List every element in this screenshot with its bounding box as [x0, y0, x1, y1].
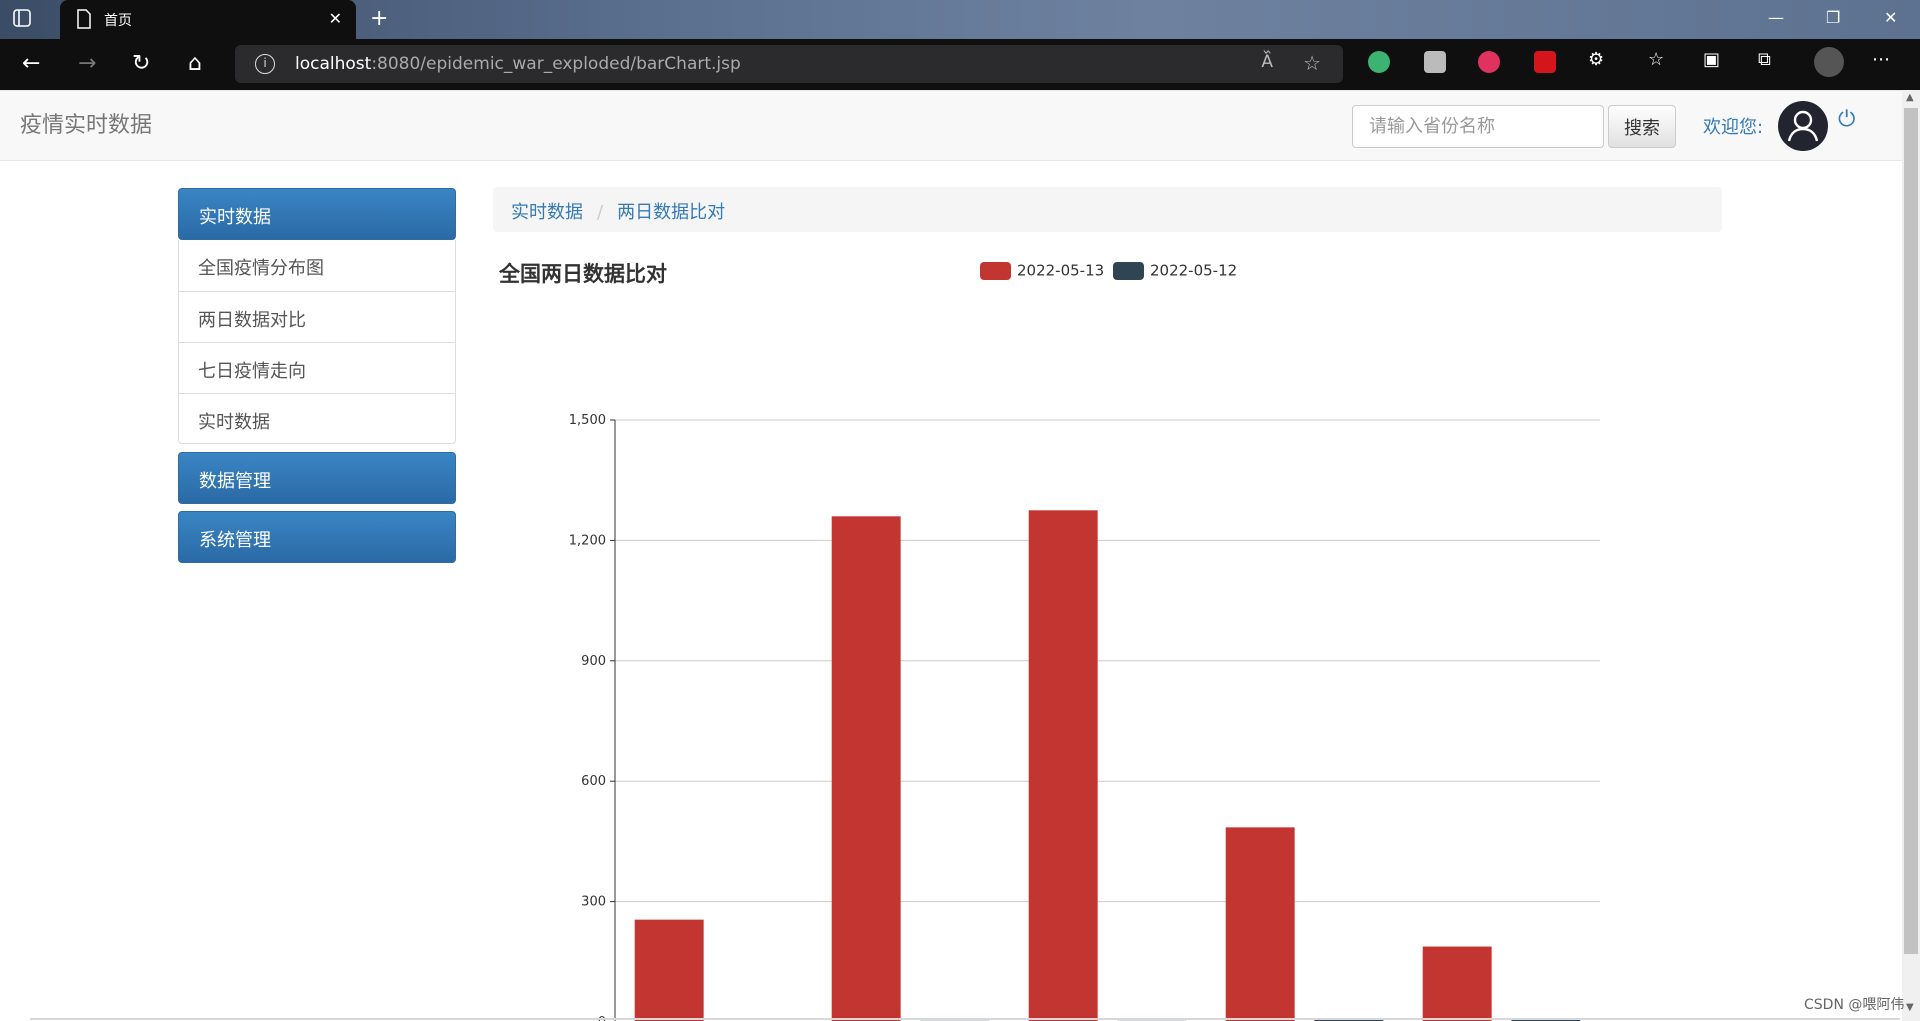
active-tab[interactable]: 首页 ✕ — [60, 0, 356, 39]
add-favorite-icon[interactable]: ☆ — [1303, 51, 1321, 75]
window-close-icon[interactable]: ✕ — [1884, 8, 1897, 27]
watermark-text: CSDN @喂阿伟 — [1804, 997, 1905, 1013]
forward-icon[interactable]: → — [78, 51, 96, 76]
site-info-icon[interactable]: i — [255, 54, 275, 74]
read-aloud-icon[interactable]: A᷈ — [1261, 52, 1273, 72]
reader-extension-icon[interactable] — [1424, 51, 1446, 73]
y-tick-label: 1,500 — [569, 413, 606, 428]
sidebar-panel-realtime[interactable]: 实时数据 — [178, 188, 456, 240]
sidebar-panel-data-management[interactable]: 数据管理 — [178, 452, 456, 504]
legend-item-series-2[interactable]: 2022-05-12 — [1113, 261, 1237, 281]
bar-1 — [634, 919, 704, 1021]
sidebar-item-seven-day-trend[interactable]: 七日疫情走向 — [179, 342, 455, 393]
y-tick-label: 1,200 — [569, 533, 606, 548]
breadcrumb-two-day-compare[interactable]: 两日数据比对 — [617, 202, 725, 223]
bar-1 — [1422, 946, 1492, 1021]
bar-1 — [831, 516, 901, 1021]
browser-tab-bar: 首页 ✕ + — ❐ ✕ — [0, 0, 1920, 39]
new-tab-icon[interactable]: + — [370, 6, 388, 31]
user-avatar[interactable] — [1778, 101, 1828, 151]
extensions-icon[interactable]: ⚙ — [1588, 49, 1604, 70]
breadcrumb-realtime[interactable]: 实时数据 — [511, 202, 583, 223]
address-bar[interactable]: i localhost:8080/epidemic_war_exploded/b… — [235, 45, 1343, 83]
breadcrumb: 实时数据 / 两日数据比对 — [493, 187, 1722, 232]
restore-icon[interactable]: ❐ — [1826, 8, 1840, 27]
tab-title: 首页 — [104, 13, 132, 29]
scroll-up-icon[interactable]: ▲ — [1906, 92, 1914, 103]
welcome-text: 欢迎您: — [1703, 117, 1764, 138]
y-tick-label: 300 — [581, 895, 606, 910]
sidebar-realtime-list: 全国疫情分布图 两日数据对比 七日疫情走向 实时数据 — [178, 240, 456, 444]
legend-label-series-1: 2022-05-13 — [1017, 261, 1105, 280]
sidebar-item-distribution-map[interactable]: 全国疫情分布图 — [179, 240, 455, 291]
bar-1 — [1028, 510, 1098, 1021]
page-icon — [76, 9, 92, 33]
legend-item-series-1[interactable]: 2022-05-13 — [980, 261, 1104, 281]
legend-label-series-2: 2022-05-12 — [1150, 261, 1238, 280]
legend-swatch-series-2 — [1113, 261, 1144, 280]
back-icon[interactable]: ← — [22, 51, 40, 76]
minimize-icon[interactable]: — — [1768, 8, 1784, 27]
logout-power-icon[interactable]: ⏻ — [1838, 107, 1855, 132]
scroll-thumb[interactable] — [1904, 108, 1918, 954]
sidebar-item-realtime-data[interactable]: 实时数据 — [179, 393, 455, 444]
y-tick-label: 600 — [581, 774, 606, 789]
du-extension-icon[interactable] — [1478, 51, 1500, 73]
bottom-divider — [30, 1018, 1900, 1020]
sidebar-item-two-day-compare[interactable]: 两日数据对比 — [179, 291, 455, 342]
more-menu-icon[interactable]: ⋯ — [1872, 49, 1890, 70]
province-search-input[interactable] — [1352, 105, 1604, 148]
page-scrollbar[interactable]: ▲ ▼ — [1902, 90, 1920, 1021]
shield-extension-icon[interactable] — [1368, 51, 1390, 73]
bar-1 — [1225, 827, 1295, 1021]
close-tab-icon[interactable]: ✕ — [329, 9, 342, 28]
sidebar-panel-system-management[interactable]: 系统管理 — [178, 511, 456, 563]
scroll-down-icon[interactable]: ▼ — [1906, 1002, 1914, 1013]
share-icon[interactable]: ⧉ — [1758, 49, 1771, 70]
brand-title[interactable]: 疫情实时数据 — [20, 107, 152, 139]
favorites-icon[interactable]: ☆ — [1648, 49, 1664, 70]
breadcrumb-separator: / — [597, 202, 604, 223]
bar-chart: 03006009001,2001,500疑似确诊死亡隔离治愈 — [569, 413, 1600, 1021]
home-icon[interactable]: ⌂ — [188, 51, 202, 76]
chart-title: 全国两日数据比对 — [499, 262, 667, 286]
collections-icon[interactable]: ▣ — [1703, 49, 1720, 70]
url-text[interactable]: localhost:8080/epidemic_war_exploded/bar… — [295, 54, 741, 74]
browser-toolbar: ← → ↻ ⌂ i localhost:8080/epidemic_war_ex… — [0, 39, 1920, 90]
pdf-extension-icon[interactable] — [1534, 51, 1556, 73]
y-tick-label: 900 — [581, 654, 606, 669]
search-button[interactable]: 搜索 — [1608, 105, 1676, 148]
tab-actions-icon[interactable] — [12, 8, 50, 32]
reload-icon[interactable]: ↻ — [132, 51, 150, 76]
page: 疫情实时数据 搜索 欢迎您: ⏻ 实时数据 全国疫情分布图 两日数据对比 七日疫… — [0, 90, 1902, 1021]
profile-avatar[interactable] — [1814, 47, 1844, 77]
legend-swatch-series-1 — [980, 261, 1011, 280]
top-navbar: 疫情实时数据 搜索 欢迎您: ⏻ — [0, 90, 1902, 161]
